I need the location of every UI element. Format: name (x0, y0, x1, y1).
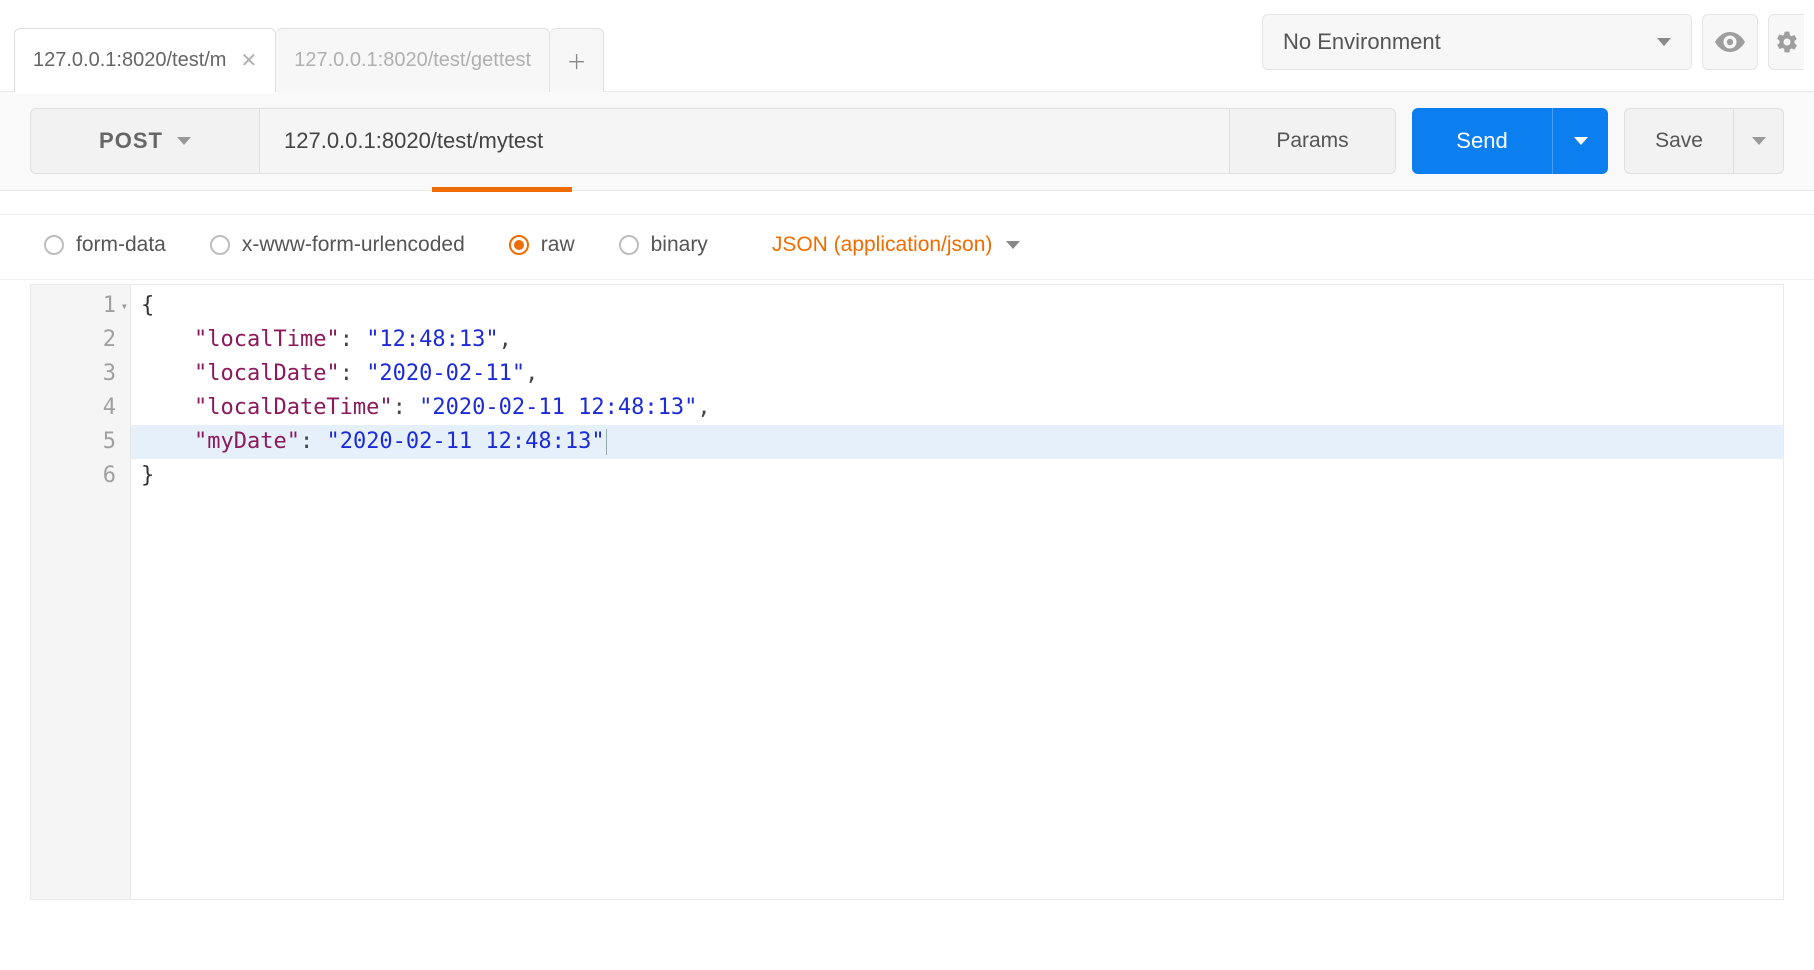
save-dropdown-button[interactable] (1734, 108, 1784, 174)
code-token-key: "localDateTime" (194, 395, 393, 420)
code-line[interactable]: "myDate": "2020-02-11 12:48:13" (131, 425, 1783, 459)
send-label: Send (1456, 128, 1507, 154)
request-tab-active[interactable]: 127.0.0.1:8020/test/m ✕ (14, 28, 276, 92)
code-line[interactable]: "localDate": "2020-02-11", (131, 357, 1783, 391)
text-cursor (606, 429, 608, 455)
code-token-key: "localDate" (194, 361, 340, 386)
code-token-punc: , (499, 327, 512, 352)
top-bar: 127.0.0.1:8020/test/m ✕ 127.0.0.1:8020/t… (0, 0, 1814, 92)
top-right-controls: No Environment (1262, 0, 1814, 70)
radio-label: binary (651, 233, 708, 257)
chevron-down-icon (1657, 38, 1671, 46)
tab-label: 127.0.0.1:8020/test/m (33, 49, 226, 72)
code-token-punc: : (340, 327, 367, 352)
code-line[interactable]: "localDateTime": "2020-02-11 12:48:13", (131, 391, 1783, 425)
body-type-binary[interactable]: binary (619, 233, 708, 257)
code-line[interactable]: } (131, 459, 1783, 493)
radio-icon (619, 235, 639, 255)
send-button[interactable]: Send (1412, 108, 1552, 174)
line-number: 6 (31, 459, 130, 493)
body-type-raw[interactable]: raw (509, 233, 575, 257)
editor-gutter: 123456 (31, 285, 131, 899)
line-number: 4 (31, 391, 130, 425)
eye-icon (1715, 32, 1745, 52)
body-type-urlencoded[interactable]: x-www-form-urlencoded (210, 233, 465, 257)
code-line[interactable]: { (131, 289, 1783, 323)
radio-icon (509, 235, 529, 255)
chevron-down-icon (1006, 241, 1020, 249)
environment-quicklook-button[interactable] (1702, 14, 1758, 70)
url-value: 127.0.0.1:8020/test/mytest (284, 128, 543, 154)
gear-icon (1775, 30, 1799, 54)
body-type-row: form-data x-www-form-urlencoded raw bina… (0, 215, 1814, 280)
request-tabs: 127.0.0.1:8020/test/m ✕ 127.0.0.1:8020/t… (0, 0, 604, 92)
body-type-form-data[interactable]: form-data (44, 233, 166, 257)
code-token-punc: , (525, 361, 538, 386)
code-token-punc: , (697, 395, 710, 420)
radio-icon (44, 235, 64, 255)
content-type-select[interactable]: JSON (application/json) (772, 233, 1021, 257)
environment-settings-button[interactable] (1768, 14, 1804, 70)
line-number: 1 (31, 289, 130, 323)
radio-icon (210, 235, 230, 255)
code-token-brace: } (141, 463, 154, 488)
new-tab-button[interactable]: ＋ (550, 28, 604, 92)
plus-icon: ＋ (567, 46, 587, 75)
code-token-brace: { (141, 293, 154, 318)
request-tab-inactive[interactable]: 127.0.0.1:8020/test/gettest (276, 28, 550, 92)
editor-code-area[interactable]: { "localTime": "12:48:13", "localDate": … (131, 285, 1783, 899)
body-editor[interactable]: 123456 { "localTime": "12:48:13", "local… (30, 284, 1784, 900)
code-token-key: "localTime" (194, 327, 340, 352)
code-token-str: "2020-02-11 12:48:13" (419, 395, 697, 420)
http-method-label: POST (99, 128, 163, 154)
line-number: 3 (31, 357, 130, 391)
line-number: 5 (31, 425, 130, 459)
params-button[interactable]: Params (1230, 108, 1396, 174)
request-section-tabs (0, 191, 1814, 215)
params-label: Params (1276, 129, 1348, 153)
radio-label: form-data (76, 233, 166, 257)
radio-label: x-www-form-urlencoded (242, 233, 465, 257)
code-token-key: "myDate" (194, 429, 300, 454)
active-tab-indicator (432, 187, 572, 192)
close-icon[interactable]: ✕ (240, 48, 257, 73)
tab-label: 127.0.0.1:8020/test/gettest (294, 49, 531, 72)
code-token-str: "2020-02-11" (366, 361, 525, 386)
content-type-label: JSON (application/json) (772, 233, 993, 257)
environment-select[interactable]: No Environment (1262, 14, 1692, 70)
code-token-str: "12:48:13" (366, 327, 498, 352)
chevron-down-icon (1752, 137, 1766, 145)
environment-label: No Environment (1283, 29, 1441, 55)
send-dropdown-button[interactable] (1552, 108, 1608, 174)
chevron-down-icon (177, 137, 191, 145)
url-input[interactable]: 127.0.0.1:8020/test/mytest (260, 108, 1230, 174)
line-number: 2 (31, 323, 130, 357)
code-token-punc: : (340, 361, 367, 386)
request-builder-row: POST 127.0.0.1:8020/test/mytest Params S… (0, 92, 1814, 191)
code-token-punc: : (300, 429, 327, 454)
radio-label: raw (541, 233, 575, 257)
save-label: Save (1655, 129, 1703, 153)
save-button[interactable]: Save (1624, 108, 1734, 174)
code-token-punc: : (393, 395, 420, 420)
code-line[interactable]: "localTime": "12:48:13", (131, 323, 1783, 357)
code-token-str: "2020-02-11 12:48:13" (326, 429, 604, 454)
http-method-select[interactable]: POST (30, 108, 260, 174)
chevron-down-icon (1574, 137, 1588, 145)
